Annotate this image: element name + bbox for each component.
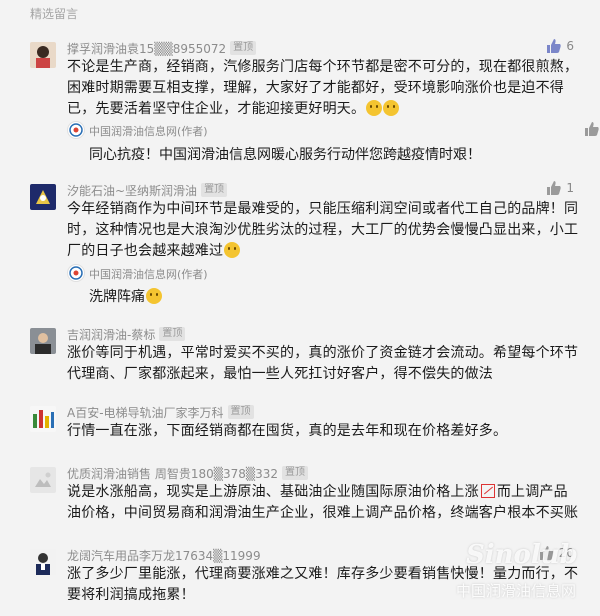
comment-line: 今年经销商作为中间环节是最难受的，只能压缩利润空间或者代工自己的品牌！同 bbox=[67, 201, 579, 217]
comment-line: 涨了多少厂里能涨，代理商要涨难之又难！库存多少要看销售快慢！量力而行，不 bbox=[67, 566, 579, 582]
comment-line: 不论是生产商，经销商，汽修服务门店每个环节都是密不可分的，现在都很煎熬， bbox=[67, 59, 579, 75]
commenter-name[interactable]: 优质润滑油销售 周智贵180▒378▒332 bbox=[67, 465, 278, 482]
comment-line: 油价格，中间贸易商和润滑油生产企业，很难上调产品价格，终端客户根本不买账 bbox=[67, 505, 579, 521]
reply-text: 洗牌阵痛 bbox=[89, 286, 162, 306]
avatar[interactable] bbox=[30, 467, 56, 493]
like-button[interactable]: 6 bbox=[547, 39, 574, 53]
like-button[interactable]: 1 bbox=[547, 181, 574, 195]
author-avatar bbox=[67, 264, 85, 282]
reply-like-button[interactable]: 3 bbox=[585, 122, 600, 136]
pinned-badge: 置顶 bbox=[230, 41, 257, 55]
reply-author-name[interactable]: 中国润滑油信息网(作者) bbox=[89, 123, 208, 139]
avatar[interactable] bbox=[30, 549, 56, 575]
comment-line: 代理商、厂家都涨起来，最怕一些人死扛讨好客户，得不偿失的做法 bbox=[67, 366, 493, 382]
emoji-icon bbox=[146, 288, 162, 304]
thumbs-up-icon bbox=[547, 181, 562, 195]
comment-line: 时，这种情况也是大浪淘沙优胜劣汰的过程，大工厂的优势会慢慢凸显出来，小工 bbox=[67, 222, 579, 238]
commenter-name[interactable]: 汐能石油~坚纳斯润滑油 bbox=[67, 182, 197, 199]
thumbs-up-icon bbox=[539, 546, 554, 560]
comment-line: 要将利润搞成拖累！ bbox=[67, 587, 195, 603]
commenter-name[interactable]: 吉润润滑油-蔡标 bbox=[67, 326, 155, 343]
comment-line-with-emoji: 已，先要活着坚守住企业，才能迎接更好明天。 bbox=[67, 99, 579, 120]
avatar[interactable] bbox=[30, 42, 56, 68]
reply-text: 同心抗疫！中国润滑油信息网暖心服务行动伴您跨越疫情时艰！ bbox=[89, 147, 481, 163]
emoji-icon bbox=[224, 242, 241, 258]
comment-line: 已，先要活着坚守住企业，才能迎接更好明天。 bbox=[67, 101, 366, 117]
avatar[interactable] bbox=[30, 184, 56, 210]
thumbs-up-icon bbox=[547, 39, 562, 53]
reply-text-value: 洗牌阵痛 bbox=[89, 289, 145, 305]
comment-line: 厂的日子也会越来越难过 bbox=[67, 243, 224, 259]
commenter-name[interactable]: 撑孚润滑油袁15▒▒8955072 bbox=[67, 40, 226, 57]
comment-line: 困难时期需要互相支撑，理解，大家好了才能都好，受环境影响涨价也是迫不得 bbox=[67, 80, 564, 96]
commenter-name[interactable]: 龙阔汽车用品李万龙17634▒11999 bbox=[67, 547, 261, 564]
pinned-badge: 置顶 bbox=[201, 183, 228, 197]
avatar[interactable] bbox=[30, 406, 56, 432]
like-button[interactable]: 20 bbox=[539, 546, 574, 560]
trend-up-chart-icon bbox=[480, 484, 495, 498]
comment-line: 行情一直在涨，下面经销商都在囤货，真的是去年和现在价格差好多。 bbox=[67, 423, 508, 439]
pinned-badge: 置顶 bbox=[282, 466, 308, 480]
reply-author-name[interactable]: 中国润滑油信息网(作者) bbox=[89, 266, 208, 282]
comment-line: 而上调产品 bbox=[496, 484, 568, 500]
like-count: 20 bbox=[558, 546, 574, 560]
thumbs-up-icon bbox=[585, 122, 600, 136]
like-count: 1 bbox=[566, 181, 574, 195]
comment-line-with-icon: 说是水涨船高，现实是上游原油、基础油企业随国际原油价格上涨 而上调产品 bbox=[67, 482, 579, 503]
avatar[interactable] bbox=[30, 328, 56, 354]
comment-line-with-emoji: 厂的日子也会越来越难过 bbox=[67, 241, 579, 262]
commenter-name[interactable]: A百安-电梯导轨油厂家李万科 bbox=[67, 404, 224, 421]
pinned-badge: 置顶 bbox=[159, 327, 186, 341]
author-avatar bbox=[67, 121, 85, 139]
comment-line: 说是水涨船高，现实是上游原油、基础油企业随国际原油价格上涨 bbox=[67, 484, 479, 500]
emoji-icon bbox=[383, 100, 400, 116]
emoji-icon bbox=[366, 100, 383, 116]
like-count: 6 bbox=[566, 39, 574, 53]
comment-line: 涨价等同于机遇，平常时爱买不买的，真的涨价了资金链才会流动。希望每个环节 bbox=[67, 345, 579, 361]
section-title: 精选留言 bbox=[30, 7, 79, 21]
pinned-badge: 置顶 bbox=[227, 405, 254, 419]
